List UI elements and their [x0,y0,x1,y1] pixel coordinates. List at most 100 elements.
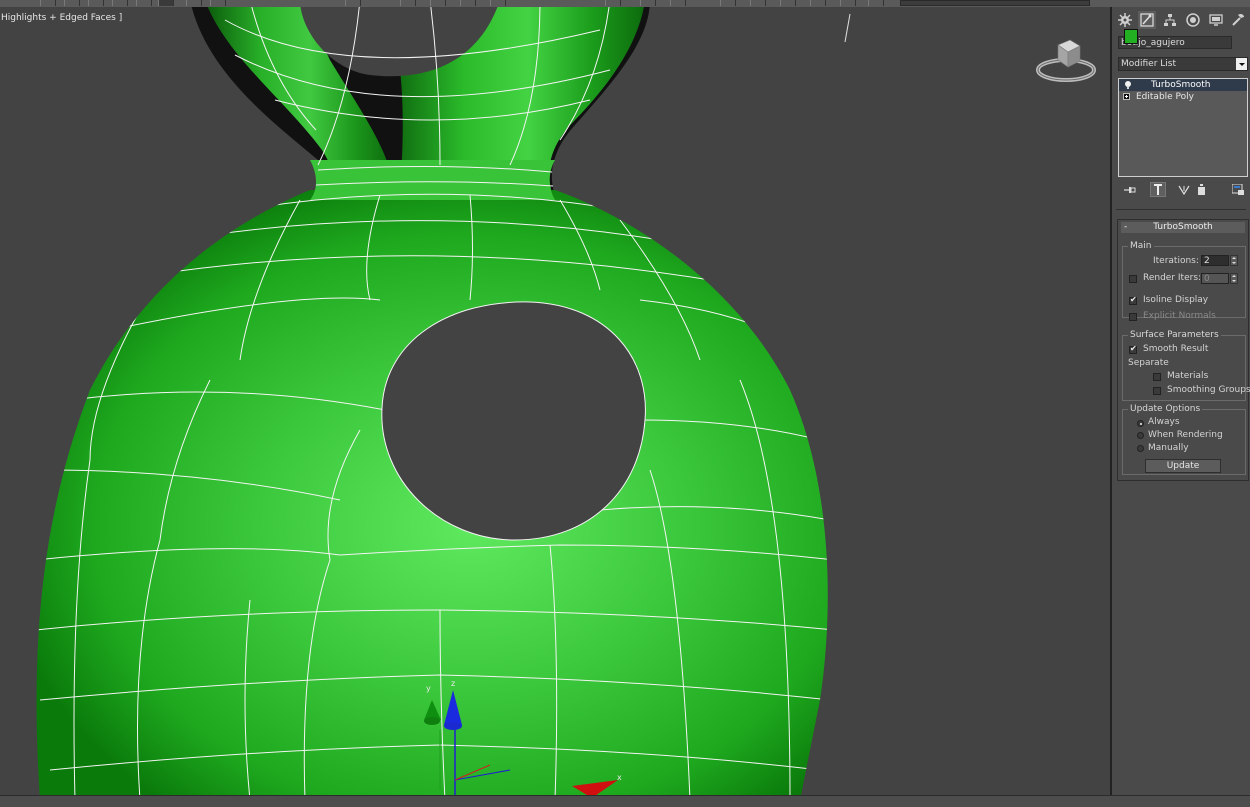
lightbulb-icon[interactable] [1125,81,1131,89]
viewport-scene[interactable]: z y x [0,7,1110,795]
toolbar-button[interactable] [670,0,686,6]
render-iters-checkbox[interactable] [1129,275,1137,283]
modifier-list-dropdown[interactable]: Modifier List [1118,57,1248,71]
update-button[interactable]: Update [1145,459,1221,473]
toolbar-button[interactable] [780,0,796,6]
update-manually-radio[interactable] [1137,445,1144,452]
chevron-down-icon[interactable] [1236,58,1247,70]
smoothing-groups-checkbox[interactable] [1153,387,1161,395]
update-when-rendering-radio[interactable] [1137,432,1144,439]
rollout-title: TurboSmooth [1153,222,1213,232]
object-color-swatch[interactable] [1124,29,1138,44]
expand-plus-icon[interactable] [1123,93,1130,100]
perspective-viewport[interactable]: z y x Highlights + Edged Faces ] [0,7,1112,795]
select-tool-button[interactable] [158,0,174,6]
update-always-radio[interactable] [1137,420,1144,427]
materials-checkbox[interactable] [1153,373,1161,381]
collapse-icon[interactable]: - [1124,222,1127,233]
render-iters-input[interactable]: 0 [1201,273,1229,284]
pin-icon [1124,186,1136,193]
iterations-spinner-arrows[interactable] [1230,255,1238,266]
hierarchy-tab[interactable] [1161,11,1179,29]
modify-tab[interactable] [1138,11,1156,29]
motion-tab[interactable] [1184,11,1202,29]
utilities-icon [1232,13,1244,26]
update-manually-label: Manually [1148,443,1189,453]
stack-item-turbosmooth[interactable]: TurboSmooth [1119,79,1247,91]
utilities-tab[interactable] [1229,11,1247,29]
display-tab[interactable] [1207,11,1225,29]
status-bar [0,795,1250,807]
create-icon [1118,13,1132,27]
toolbar-button[interactable] [840,0,856,6]
smoothing-groups-label: Smoothing Groups [1167,385,1250,395]
iterations-label: Iterations: [1153,256,1199,266]
toolbar-button[interactable] [40,0,56,6]
viewport-shading-label[interactable]: Highlights + Edged Faces ] [0,13,126,23]
make-unique-button[interactable] [1176,182,1192,197]
toolbar-button[interactable] [460,0,476,6]
configure-sets-icon [1232,184,1244,195]
toolbar-field[interactable] [900,0,1090,6]
update-options-group: Update Options Always When Rendering Man… [1122,404,1246,475]
toolbar-button[interactable] [640,0,656,6]
stack-toolbar [1118,182,1248,198]
toolbar-button[interactable] [490,0,506,6]
toolbar-button[interactable] [720,0,736,6]
gizmo-axis-x: x [617,773,622,782]
pin-stack-button[interactable] [1122,182,1138,197]
smooth-result-checkbox[interactable] [1129,344,1137,354]
viewcube-icon[interactable] [1036,35,1096,85]
make-unique-icon [1178,185,1190,195]
toolbar-button[interactable] [750,0,766,6]
explicit-normals-checkbox[interactable] [1129,313,1137,321]
modifier-list-label: Modifier List [1121,59,1176,69]
gizmo-axis-z: z [451,679,455,688]
create-tab[interactable] [1116,11,1134,29]
stack-item-label: Editable Poly [1136,92,1194,102]
toolbar-button[interactable] [400,0,416,6]
toolbar-button[interactable] [868,0,884,6]
isoline-display-checkbox[interactable] [1129,295,1137,305]
turbosmooth-rollout: - TurboSmooth Main Iterations: 2 Render … [1117,219,1250,481]
command-panel-tabs [1114,11,1250,31]
surface-parameters-group: Surface Parameters Smooth Result Separat… [1122,330,1250,401]
render-iters-spinner-arrows[interactable] [1230,273,1238,284]
stack-item-label: TurboSmooth [1151,80,1211,90]
iterations-input[interactable]: 2 [1201,255,1229,266]
end-result-icon [1154,184,1162,195]
group-title-update: Update Options [1128,404,1203,415]
hierarchy-icon [1164,14,1176,26]
explicit-normals-label: Explicit Normals [1143,311,1216,321]
toolbar-button[interactable] [430,0,446,6]
update-when-rendering-label: When Rendering [1148,430,1223,440]
toolbar-button[interactable] [605,0,621,6]
turbosmooth-rollout-header[interactable]: - TurboSmooth [1121,222,1245,233]
toolbar-button[interactable] [810,0,826,6]
toolbar-button[interactable] [112,0,128,6]
motion-icon [1186,13,1200,27]
toolbar-button[interactable] [186,0,202,6]
separate-label: Separate [1128,358,1169,368]
smooth-result-label: Smooth Result [1143,344,1209,354]
group-title-main: Main [1128,241,1154,252]
render-iters-label: Render Iters: [1143,273,1202,283]
panel-separator [1116,209,1246,210]
toolbar-button[interactable] [88,0,104,6]
toolbar-button[interactable] [136,0,152,6]
modify-icon [1140,13,1154,27]
materials-label: Materials [1167,371,1209,381]
scene-guide-line [844,13,851,43]
main-group: Main Iterations: 2 Render Iters: 0 Isoli… [1122,241,1246,321]
modifier-stack[interactable]: TurboSmooth Editable Poly [1118,78,1248,177]
trash-icon [1197,184,1205,195]
show-end-result-button[interactable] [1150,182,1166,197]
stack-item-editable-poly[interactable]: Editable Poly [1119,91,1247,103]
toolbar-button[interactable] [345,0,361,6]
group-title-surface: Surface Parameters [1128,330,1221,341]
toolbar-button[interactable] [64,0,80,6]
gizmo-axis-y: y [426,684,431,693]
configure-modifier-sets-button[interactable] [1230,182,1246,197]
remove-modifier-button[interactable] [1193,182,1209,197]
toolbar-button[interactable] [210,0,226,6]
